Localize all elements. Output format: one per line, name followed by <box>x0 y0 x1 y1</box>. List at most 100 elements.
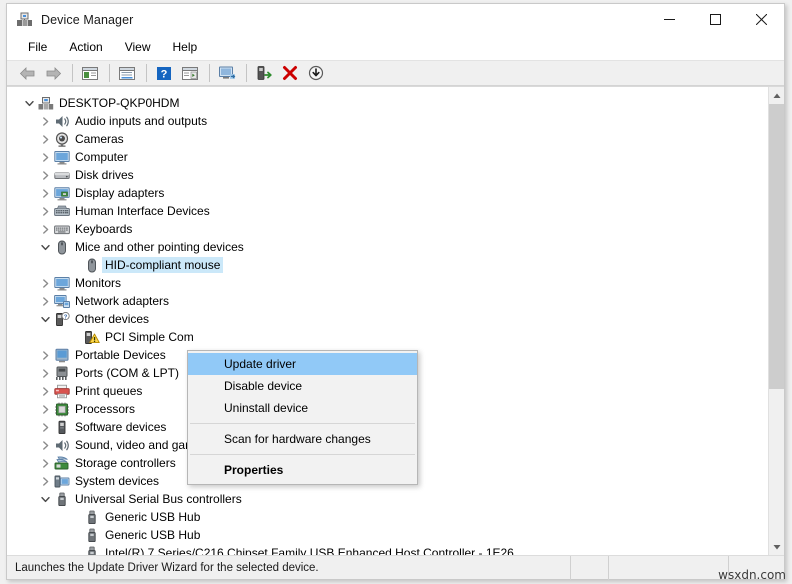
monitor-icon <box>53 275 71 291</box>
tree-item[interactable]: Disk drives <box>7 166 768 184</box>
unknown-device-icon: ? <box>53 311 71 327</box>
menu-file[interactable]: File <box>19 37 56 57</box>
minimize-button[interactable] <box>646 4 692 35</box>
chevron-right-icon[interactable] <box>37 275 53 291</box>
tree-item[interactable]: Monitors <box>7 274 768 292</box>
menu-view[interactable]: View <box>116 37 160 57</box>
storage-controller-icon <box>53 455 71 471</box>
toolbar-separator <box>146 64 147 82</box>
context-menu-separator <box>190 454 415 455</box>
scroll-down-icon[interactable] <box>769 538 784 555</box>
context-menu-item[interactable]: Disable device <box>188 375 417 397</box>
chevron-right-icon[interactable] <box>37 437 53 453</box>
tree-item[interactable]: Network adapters <box>7 292 768 310</box>
status-message: Launches the Update Driver Wizard for th… <box>15 561 319 574</box>
tree-item[interactable]: ? Other devices <box>7 310 768 328</box>
window-title: Device Manager <box>41 12 134 27</box>
usb-icon <box>53 491 71 507</box>
context-menu-item[interactable]: Uninstall device <box>188 397 417 419</box>
chevron-right-icon[interactable] <box>37 401 53 417</box>
chevron-right-icon[interactable] <box>37 383 53 399</box>
scroll-up-icon[interactable] <box>769 87 784 104</box>
tree-item[interactable]: Computer <box>7 148 768 166</box>
chevron-right-icon[interactable] <box>37 419 53 435</box>
tree-item-label: Software devices <box>75 420 167 434</box>
chevron-right-icon[interactable] <box>37 203 53 219</box>
display-adapter-icon <box>53 185 71 201</box>
mouse-icon <box>53 239 71 255</box>
chevron-right-icon[interactable] <box>37 149 53 165</box>
scan-for-hardware-changes-icon[interactable] <box>215 62 239 84</box>
tree-item-label: Keyboards <box>75 222 133 236</box>
chevron-right-icon[interactable] <box>37 221 53 237</box>
chevron-right-icon[interactable] <box>37 167 53 183</box>
content-area: DESKTOP-QKP0HDM Audio inputs and outputs C… <box>7 86 784 555</box>
usb-icon <box>83 527 101 543</box>
tree-item[interactable]: Universal Serial Bus controllers <box>7 490 768 508</box>
chevron-right-icon[interactable] <box>37 473 53 489</box>
menu-action[interactable]: Action <box>60 37 111 57</box>
chevron-right-icon[interactable] <box>37 347 53 363</box>
status-cell-2 <box>608 555 728 580</box>
help-icon[interactable]: ? <box>152 62 176 84</box>
tree-item-label: Display adapters <box>75 186 165 200</box>
tree-item-label: Intel(R) 7 Series/C216 Chipset Family US… <box>105 546 514 555</box>
context-menu-item[interactable]: Update driver <box>188 353 417 375</box>
tree-item[interactable]: Human Interface Devices <box>7 202 768 220</box>
back-icon[interactable] <box>15 62 39 84</box>
svg-text:?: ? <box>64 314 68 320</box>
system-device-icon <box>53 473 71 489</box>
tree-item[interactable]: Keyboards <box>7 220 768 238</box>
screenshot-root: Device Manager File Action View Help ? D… <box>0 0 792 584</box>
chevron-down-icon[interactable] <box>21 95 37 111</box>
chevron-down-icon[interactable] <box>37 311 53 327</box>
chevron-down-icon[interactable] <box>37 491 53 507</box>
uninstall-device-icon[interactable] <box>278 62 302 84</box>
tree-item[interactable]: PCI Simple Com <box>7 328 768 346</box>
status-bar: Launches the Update Driver Wizard for th… <box>7 555 784 580</box>
chevron-right-icon[interactable] <box>37 185 53 201</box>
usb-icon <box>83 509 101 525</box>
tree-item[interactable]: Generic USB Hub <box>7 508 768 526</box>
tree-item-label: Generic USB Hub <box>105 510 201 524</box>
vertical-scrollbar[interactable] <box>768 87 784 555</box>
portable-device-icon <box>53 347 71 363</box>
maximize-button[interactable] <box>692 4 738 35</box>
svg-text:?: ? <box>161 68 168 80</box>
context-menu-item[interactable]: Properties <box>188 459 417 481</box>
properties-icon[interactable] <box>115 62 139 84</box>
tree-item[interactable]: HID-compliant mouse <box>7 256 768 274</box>
chevron-right-icon[interactable] <box>37 293 53 309</box>
device-manager-window: Device Manager File Action View Help ? D… <box>6 3 785 580</box>
menu-help[interactable]: Help <box>164 37 207 57</box>
tree-item-label: Other devices <box>75 312 150 326</box>
show-hide-console-tree-icon[interactable] <box>78 62 102 84</box>
chevron-right-icon[interactable] <box>37 365 53 381</box>
update-driver-icon[interactable] <box>252 62 276 84</box>
chevron-right-icon[interactable] <box>37 113 53 129</box>
tree-item-label: Mice and other pointing devices <box>75 240 244 254</box>
site-watermark: wsxdn.com <box>718 568 786 582</box>
title-bar: Device Manager <box>7 4 784 35</box>
tree-item[interactable]: DESKTOP-QKP0HDM <box>7 94 768 112</box>
chevron-down-icon[interactable] <box>37 239 53 255</box>
action-menu-icon[interactable] <box>178 62 202 84</box>
network-adapter-icon <box>53 293 71 309</box>
disable-device-icon[interactable] <box>304 62 328 84</box>
forward-icon[interactable] <box>41 62 65 84</box>
tree-item[interactable]: Generic USB Hub <box>7 526 768 544</box>
close-button[interactable] <box>738 4 784 35</box>
tree-item[interactable]: Display adapters <box>7 184 768 202</box>
tree-item[interactable]: Mice and other pointing devices <box>7 238 768 256</box>
context-menu-item[interactable]: Scan for hardware changes <box>188 428 417 450</box>
tree-item[interactable]: Cameras <box>7 130 768 148</box>
tree-item[interactable]: Audio inputs and outputs <box>7 112 768 130</box>
context-menu[interactable]: Update driver Disable device Uninstall dev… <box>187 350 418 485</box>
camera-icon <box>53 131 71 147</box>
scrollbar-thumb[interactable] <box>769 104 784 389</box>
chevron-right-icon[interactable] <box>37 131 53 147</box>
window-controls <box>646 4 784 35</box>
chevron-right-icon[interactable] <box>37 455 53 471</box>
tree-item[interactable]: Intel(R) 7 Series/C216 Chipset Family US… <box>7 544 768 555</box>
